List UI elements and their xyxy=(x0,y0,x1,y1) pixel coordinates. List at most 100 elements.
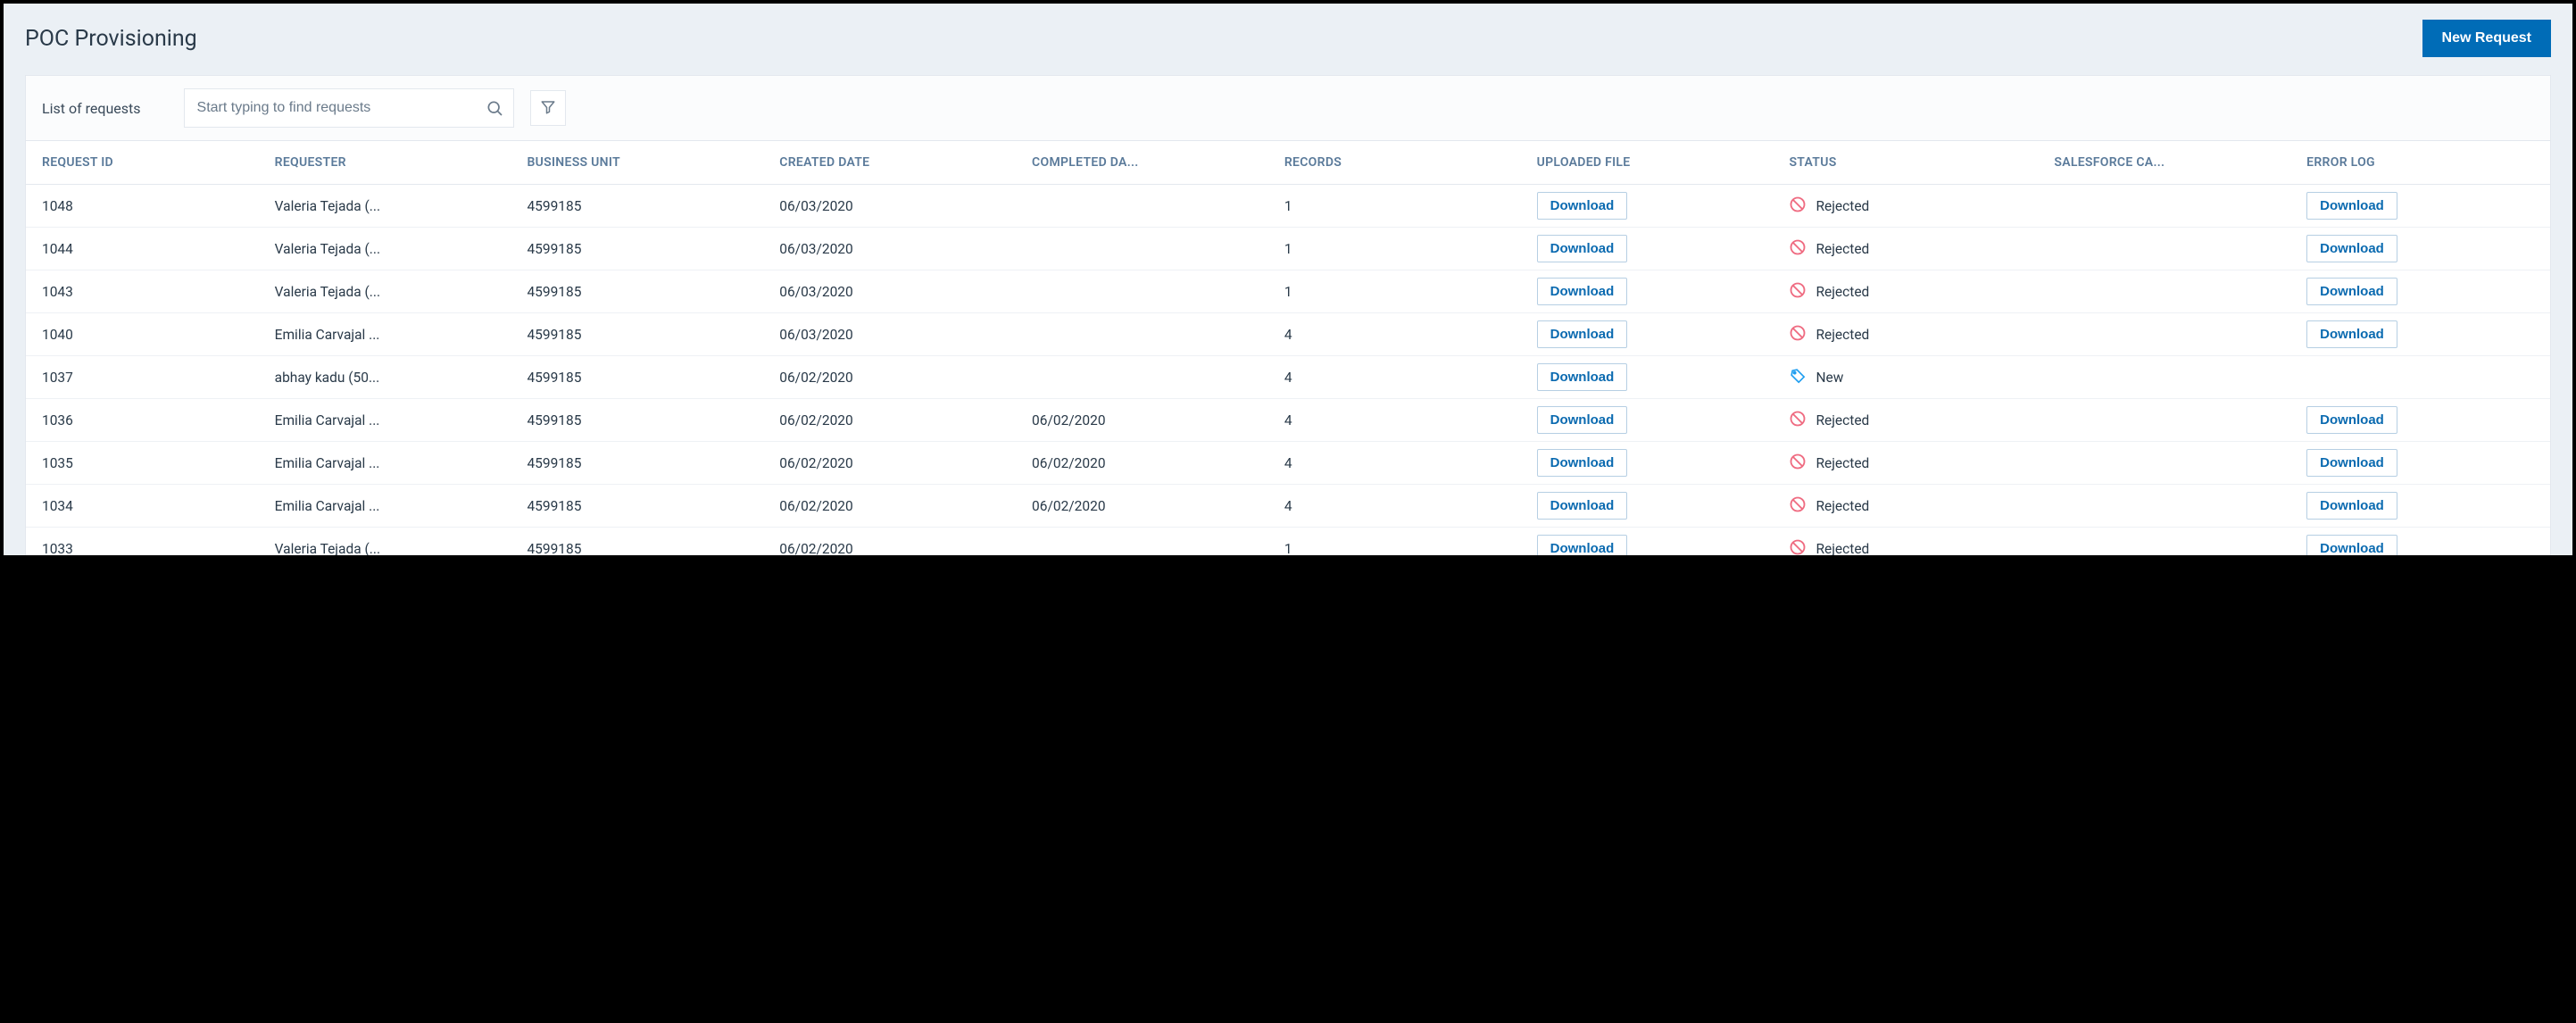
cell-status: Rejected xyxy=(1780,485,2045,528)
cell-salesforce-case xyxy=(2045,313,2298,356)
new-request-button[interactable]: New Request xyxy=(2422,20,2551,57)
cell-error-log: Download xyxy=(2298,313,2550,356)
col-records[interactable]: RECORDS xyxy=(1276,141,1528,185)
download-uploaded-button[interactable]: Download xyxy=(1537,363,1628,391)
cell-records: 4 xyxy=(1276,442,1528,485)
download-error-log-button[interactable]: Download xyxy=(2306,492,2397,520)
table-row[interactable]: 1043Valeria Tejada (...459918506/03/2020… xyxy=(26,270,2550,313)
col-error-log[interactable]: ERROR LOG xyxy=(2298,141,2550,185)
download-uploaded-button[interactable]: Download xyxy=(1537,278,1628,305)
cell-uploaded-file: Download xyxy=(1528,313,1781,356)
cell-requester: Emilia Carvajal ... xyxy=(266,313,519,356)
cell-business-unit: 4599185 xyxy=(518,185,770,228)
cell-records: 1 xyxy=(1276,185,1528,228)
cell-status: Rejected xyxy=(1780,228,2045,270)
download-error-log-button[interactable]: Download xyxy=(2306,278,2397,305)
cell-created-date: 06/02/2020 xyxy=(770,356,1023,399)
cell-completed-date xyxy=(1023,313,1276,356)
table-row[interactable]: 1048Valeria Tejada (...459918506/03/2020… xyxy=(26,185,2550,228)
download-error-log-button[interactable]: Download xyxy=(2306,535,2397,555)
cell-records: 4 xyxy=(1276,485,1528,528)
filter-button[interactable] xyxy=(530,90,566,126)
rejected-icon xyxy=(1789,281,1807,303)
tag-icon xyxy=(1789,367,1807,388)
col-completed-date[interactable]: COMPLETED DA... xyxy=(1023,141,1276,185)
rejected-icon xyxy=(1789,195,1807,217)
cell-salesforce-case xyxy=(2045,356,2298,399)
table-row[interactable]: 1034Emilia Carvajal ...459918506/02/2020… xyxy=(26,485,2550,528)
status-label: Rejected xyxy=(1816,284,1869,300)
table-row[interactable]: 1035Emilia Carvajal ...459918506/02/2020… xyxy=(26,442,2550,485)
table-row[interactable]: 1044Valeria Tejada (...459918506/03/2020… xyxy=(26,228,2550,270)
cell-created-date: 06/03/2020 xyxy=(770,185,1023,228)
status-label: Rejected xyxy=(1816,412,1869,428)
page-header: POC Provisioning New Request xyxy=(4,4,2572,75)
search-icon[interactable] xyxy=(482,96,507,121)
table-row[interactable]: 1036Emilia Carvajal ...459918506/02/2020… xyxy=(26,399,2550,442)
toolbar: List of requests xyxy=(26,76,2550,141)
cell-request-id: 1037 xyxy=(26,356,266,399)
cell-records: 1 xyxy=(1276,270,1528,313)
download-uploaded-button[interactable]: Download xyxy=(1537,320,1628,348)
cell-requester: Emilia Carvajal ... xyxy=(266,485,519,528)
rejected-icon xyxy=(1789,324,1807,345)
rejected-icon xyxy=(1789,410,1807,431)
search-input[interactable] xyxy=(184,88,514,128)
cell-created-date: 06/02/2020 xyxy=(770,528,1023,556)
download-error-log-button[interactable]: Download xyxy=(2306,406,2397,434)
col-uploaded-file[interactable]: UPLOADED FILE xyxy=(1528,141,1781,185)
status-label: Rejected xyxy=(1816,498,1869,514)
status-label: Rejected xyxy=(1816,241,1869,257)
download-uploaded-button[interactable]: Download xyxy=(1537,406,1628,434)
download-error-log-button[interactable]: Download xyxy=(2306,320,2397,348)
app-root: POC Provisioning New Request List of req… xyxy=(4,4,2572,555)
cell-salesforce-case xyxy=(2045,528,2298,556)
cell-completed-date: 06/02/2020 xyxy=(1023,399,1276,442)
rejected-icon xyxy=(1789,238,1807,260)
cell-records: 4 xyxy=(1276,399,1528,442)
cell-salesforce-case xyxy=(2045,228,2298,270)
cell-request-id: 1035 xyxy=(26,442,266,485)
download-uploaded-button[interactable]: Download xyxy=(1537,535,1628,555)
col-created-date[interactable]: CREATED DATE xyxy=(770,141,1023,185)
col-requester[interactable]: REQUESTER xyxy=(266,141,519,185)
cell-uploaded-file: Download xyxy=(1528,528,1781,556)
download-error-log-button[interactable]: Download xyxy=(2306,449,2397,477)
search-wrap xyxy=(184,88,514,128)
download-uploaded-button[interactable]: Download xyxy=(1537,235,1628,262)
cell-request-id: 1043 xyxy=(26,270,266,313)
cell-business-unit: 4599185 xyxy=(518,485,770,528)
cell-records: 4 xyxy=(1276,313,1528,356)
cell-created-date: 06/03/2020 xyxy=(770,270,1023,313)
download-error-log-button[interactable]: Download xyxy=(2306,192,2397,220)
cell-created-date: 06/02/2020 xyxy=(770,442,1023,485)
cell-business-unit: 4599185 xyxy=(518,356,770,399)
table-row[interactable]: 1033Valeria Tejada (...459918506/02/2020… xyxy=(26,528,2550,556)
cell-completed-date: 06/02/2020 xyxy=(1023,485,1276,528)
download-uploaded-button[interactable]: Download xyxy=(1537,492,1628,520)
cell-status: Rejected xyxy=(1780,313,2045,356)
col-salesforce-case[interactable]: SALESFORCE CA... xyxy=(2045,141,2298,185)
status-label: New xyxy=(1816,370,1843,386)
cell-error-log: Download xyxy=(2298,185,2550,228)
cell-status: Rejected xyxy=(1780,270,2045,313)
col-request-id[interactable]: REQUEST ID xyxy=(26,141,266,185)
table-row[interactable]: 1037abhay kadu (50...459918506/02/20204D… xyxy=(26,356,2550,399)
download-uploaded-button[interactable]: Download xyxy=(1537,449,1628,477)
rejected-icon xyxy=(1789,538,1807,556)
cell-business-unit: 4599185 xyxy=(518,399,770,442)
cell-uploaded-file: Download xyxy=(1528,399,1781,442)
cell-records: 1 xyxy=(1276,228,1528,270)
download-error-log-button[interactable]: Download xyxy=(2306,235,2397,262)
cell-salesforce-case xyxy=(2045,270,2298,313)
requests-panel: List of requests xyxy=(25,75,2551,555)
col-business-unit[interactable]: BUSINESS UNIT xyxy=(518,141,770,185)
cell-request-id: 1040 xyxy=(26,313,266,356)
page-title: POC Provisioning xyxy=(25,26,197,52)
status-label: Rejected xyxy=(1816,327,1869,343)
table-row[interactable]: 1040Emilia Carvajal ...459918506/03/2020… xyxy=(26,313,2550,356)
cell-requester: Valeria Tejada (... xyxy=(266,270,519,313)
download-uploaded-button[interactable]: Download xyxy=(1537,192,1628,220)
rejected-icon xyxy=(1789,453,1807,474)
col-status[interactable]: STATUS xyxy=(1780,141,2045,185)
